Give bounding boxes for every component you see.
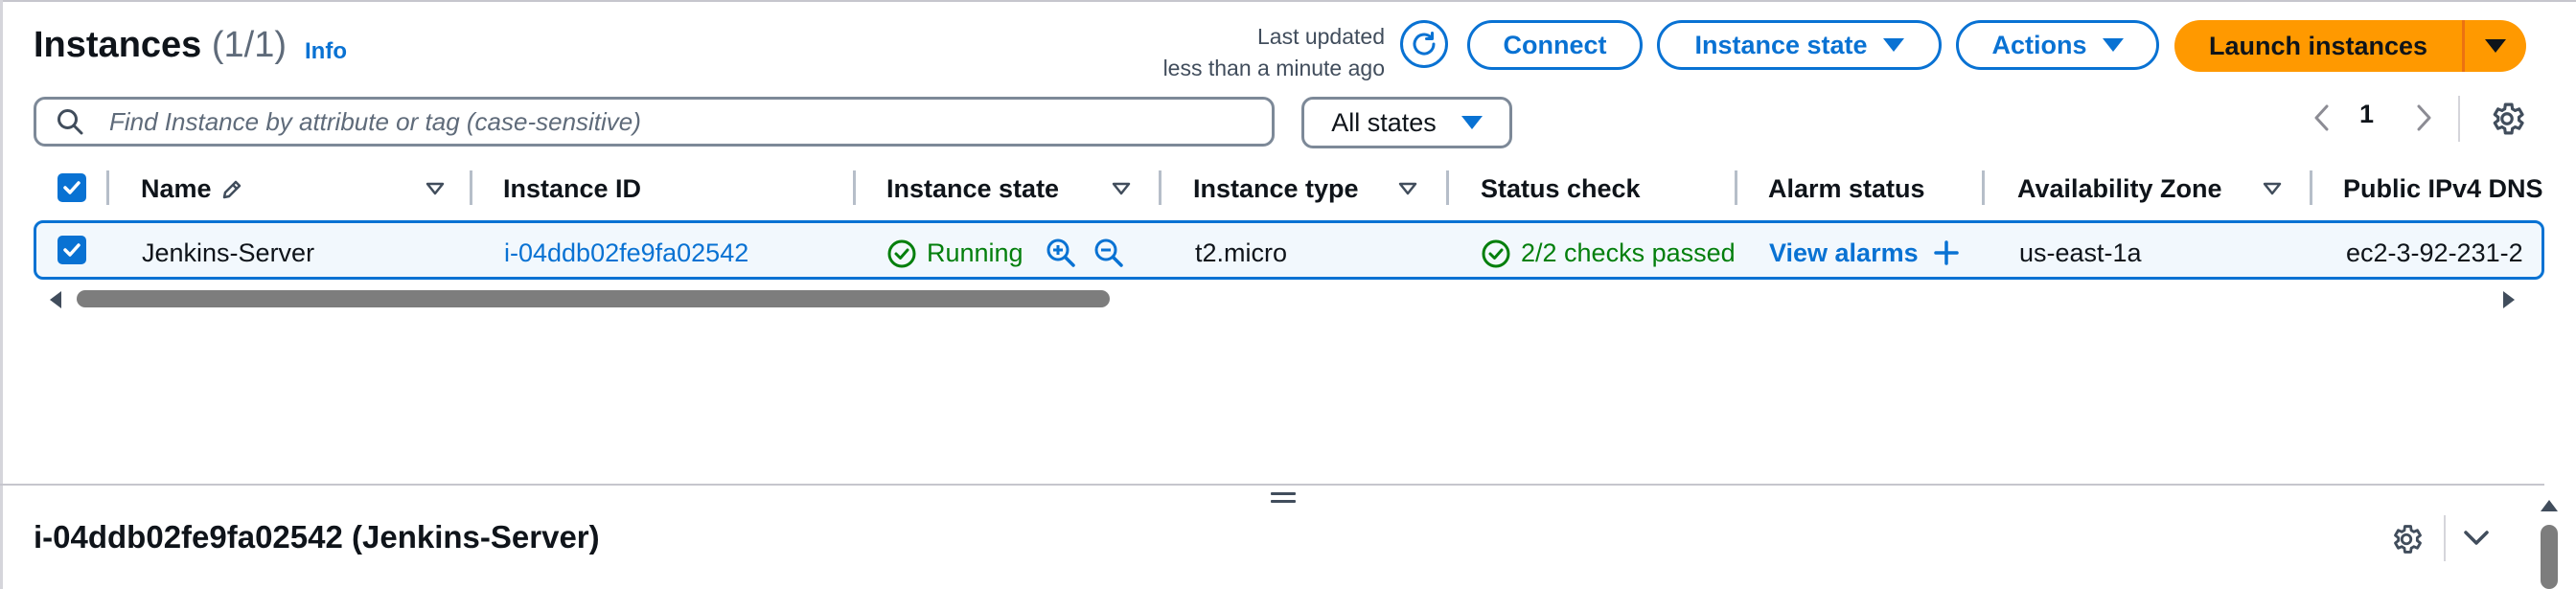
column-divider — [1446, 170, 1449, 205]
states-filter-dropdown[interactable]: All states — [1301, 97, 1512, 148]
scroll-right-arrow[interactable] — [2503, 291, 2515, 308]
details-panel-title: i-04ddb02fe9fa02542 (Jenkins-Server) — [34, 519, 600, 555]
column-header-label: Public IPv4 DNS — [2343, 174, 2543, 203]
column-header-status-check[interactable]: Status check — [1481, 174, 1641, 204]
instance-count: (1/1) — [211, 25, 288, 65]
column-header-label: Alarm status — [1768, 174, 1925, 203]
column-header-name[interactable]: Name — [141, 174, 244, 204]
column-header-instance-state[interactable]: Instance state — [886, 174, 1059, 204]
chevron-right-icon[interactable] — [2409, 99, 2438, 137]
column-header-instance-type[interactable]: Instance type — [1193, 174, 1359, 204]
launch-dropdown-button[interactable] — [2465, 20, 2526, 72]
horizontal-scrollbar-thumb[interactable] — [77, 290, 1110, 307]
column-header-label: Instance type — [1193, 174, 1359, 203]
gear-icon[interactable] — [2487, 99, 2527, 139]
instance-id-link[interactable]: i-04ddb02fe9fa02542 — [504, 238, 748, 268]
states-filter-label: All states — [1331, 107, 1437, 137]
sort-caret-icon[interactable] — [1112, 182, 1131, 195]
scroll-left-arrow[interactable] — [50, 291, 61, 308]
zoom-out-icon[interactable] — [1092, 237, 1125, 269]
column-divider — [470, 170, 472, 205]
caret-down-icon — [1460, 116, 1483, 129]
connect-label: Connect — [1503, 30, 1607, 59]
instances-page: Instances (1/1) Info Last updated less t… — [0, 0, 2576, 589]
last-updated-label: Last updated — [1256, 24, 1385, 49]
refresh-button[interactable] — [1400, 20, 1448, 68]
check-circle-icon — [887, 239, 916, 268]
column-header-availability-zone[interactable]: Availability Zone — [2017, 174, 2222, 204]
cell-public-dns: ec2-3-92-231-2 — [2346, 238, 2523, 267]
top-border — [0, 0, 2576, 2]
last-updated-text: Last updated less than a minute ago — [1083, 21, 1385, 84]
column-header-label: Status check — [1481, 174, 1641, 203]
table-row[interactable]: Jenkins-Server i-04ddb02fe9fa02542 Runni… — [34, 220, 2544, 280]
column-divider — [1159, 170, 1162, 205]
last-updated-value: less than a minute ago — [1162, 56, 1385, 80]
plus-icon[interactable] — [1932, 238, 1961, 267]
column-header-public-dns[interactable]: Public IPv4 DNS — [2343, 174, 2544, 204]
vertical-scrollbar-thumb[interactable] — [2541, 525, 2558, 589]
caret-down-icon — [2102, 38, 2124, 52]
zoom-in-icon[interactable] — [1045, 237, 1077, 269]
sort-caret-icon[interactable] — [426, 182, 445, 195]
page-title-text: Instances — [34, 25, 202, 65]
page-title: Instances (1/1) — [34, 25, 287, 66]
refresh-icon — [1413, 32, 1436, 56]
check-circle-icon — [1482, 239, 1510, 268]
column-header-label: Availability Zone — [2017, 174, 2222, 203]
row-checkbox[interactable] — [58, 236, 86, 264]
connect-button[interactable]: Connect — [1467, 20, 1643, 70]
pencil-icon[interactable] — [219, 177, 244, 202]
column-divider — [853, 170, 856, 205]
chevron-left-icon[interactable] — [2308, 99, 2336, 137]
instance-state-label: Instance state — [1694, 30, 1868, 59]
column-header-label: Name — [141, 174, 212, 203]
instance-state-value: Running — [927, 238, 1024, 267]
checkmark-icon — [63, 243, 80, 257]
cell-name: Jenkins-Server — [142, 238, 315, 267]
column-divider — [1982, 170, 1985, 205]
page-number[interactable]: 1 — [2359, 100, 2374, 129]
column-header-instance-id[interactable]: Instance ID — [503, 174, 641, 204]
column-header-label: Instance ID — [503, 174, 642, 203]
status-check-value: 2/2 checks passed — [1521, 238, 1734, 267]
gear-icon[interactable] — [2388, 521, 2425, 557]
actions-dropdown[interactable]: Actions — [1956, 20, 2159, 70]
column-header-alarm-status[interactable]: Alarm status — [1768, 174, 1925, 204]
left-border — [0, 0, 3, 589]
chevron-down-icon[interactable] — [2461, 527, 2492, 550]
column-divider — [106, 170, 109, 205]
column-header-label: Instance state — [886, 174, 1060, 203]
actions-label: Actions — [1991, 30, 2087, 59]
checkmark-icon — [63, 181, 80, 194]
panel-actions-divider — [2444, 515, 2446, 561]
caret-down-icon — [1882, 38, 1904, 52]
instance-state-dropdown[interactable]: Instance state — [1657, 20, 1942, 70]
sort-caret-icon[interactable] — [2263, 182, 2282, 195]
sort-caret-icon[interactable] — [1398, 182, 1417, 195]
column-divider — [2310, 170, 2312, 205]
search-bar[interactable] — [34, 97, 1275, 147]
caret-down-icon — [2485, 39, 2506, 53]
info-link[interactable]: Info — [305, 38, 347, 65]
cell-availability-zone: us-east-1a — [2019, 238, 2142, 267]
pager-divider — [2458, 96, 2460, 142]
resize-handle[interactable] — [1271, 492, 1296, 504]
view-alarms-link[interactable]: View alarms — [1769, 238, 1919, 268]
search-icon — [56, 107, 94, 136]
cell-instance-type: t2.micro — [1195, 238, 1288, 267]
table-header: Name Instance ID Instance state Instance… — [34, 163, 2544, 215]
launch-instances-button[interactable]: Launch instances — [2174, 20, 2462, 72]
search-input[interactable] — [107, 105, 1242, 138]
column-divider — [1735, 170, 1737, 205]
scroll-up-arrow[interactable] — [2541, 500, 2558, 511]
select-all-checkbox[interactable] — [58, 173, 86, 202]
split-panel-divider — [0, 484, 2544, 486]
